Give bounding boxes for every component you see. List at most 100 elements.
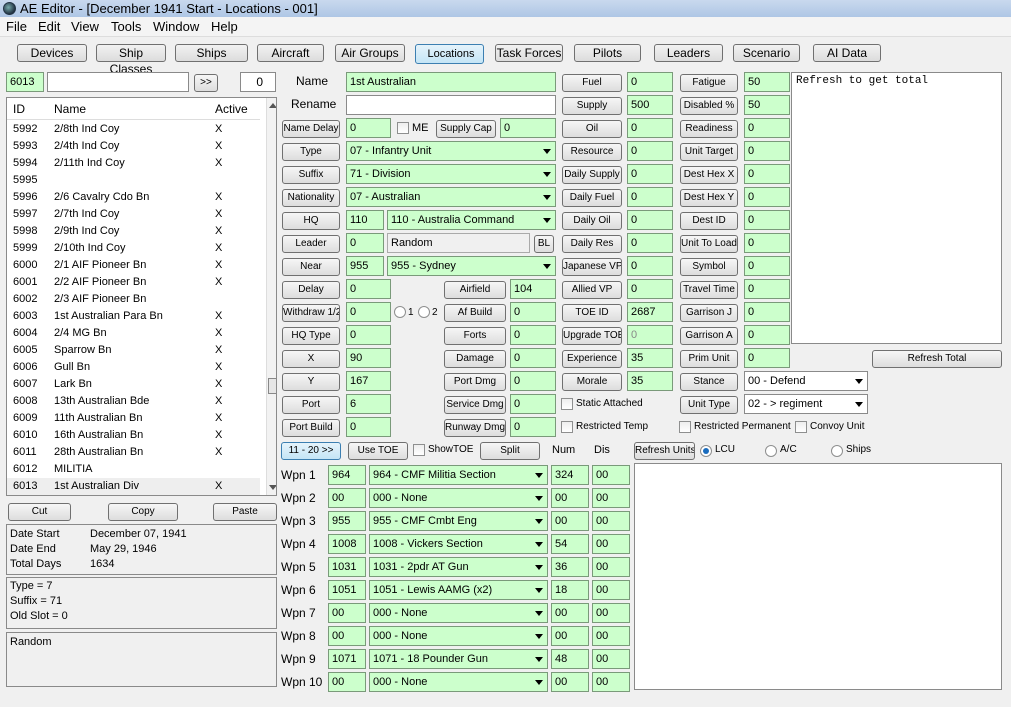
unit-target-button[interactable]: Unit Target <box>680 143 738 161</box>
hq-button[interactable]: HQ <box>282 212 340 230</box>
weapon-id-field[interactable]: 1031 <box>328 557 366 577</box>
search-id-field[interactable]: 6013 <box>6 72 44 92</box>
resource-button[interactable]: Resource <box>562 143 622 161</box>
near-id-field[interactable]: 955 <box>346 256 384 276</box>
port-build-field[interactable]: 0 <box>346 417 391 437</box>
withdraw-button[interactable]: Withdraw 1/2 <box>282 304 340 322</box>
y-field[interactable]: 167 <box>346 371 391 391</box>
fatigue-button[interactable]: Fatigue <box>680 74 738 92</box>
damage-field[interactable]: 0 <box>510 348 556 368</box>
weapon-select[interactable]: 000 - None <box>369 672 548 692</box>
dest-id-field[interactable]: 0 <box>744 210 790 230</box>
stance-button[interactable]: Stance <box>680 373 738 391</box>
withdraw-option-1[interactable] <box>394 306 406 318</box>
list-row[interactable]: 6012 MILITIA <box>7 461 260 478</box>
list-row[interactable]: 6011 28th Australian Bn X <box>7 444 260 461</box>
leader-id-field[interactable]: 0 <box>346 233 384 253</box>
nav-leaders[interactable]: Leaders <box>654 44 723 62</box>
name-field[interactable]: 1st Australian <box>346 72 556 92</box>
japanese-vp-field[interactable]: 0 <box>627 256 673 276</box>
forts-field[interactable]: 0 <box>510 325 556 345</box>
weapon-num-field[interactable]: 48 <box>551 649 589 669</box>
runway-dmg-button[interactable]: Runway Dmg <box>444 419 506 437</box>
forts-button[interactable]: Forts <box>444 327 506 345</box>
column-active-header[interactable]: Active <box>215 102 248 116</box>
search-go-button[interactable]: >> <box>194 74 218 92</box>
nav-aircraft[interactable]: Aircraft <box>257 44 324 62</box>
oil-button[interactable]: Oil <box>562 120 622 138</box>
weapon-num-field[interactable]: 00 <box>551 511 589 531</box>
port-field[interactable]: 6 <box>346 394 391 414</box>
nav-ships[interactable]: Ships <box>175 44 248 62</box>
notes-textarea[interactable]: Refresh to get total <box>791 72 1002 344</box>
nav-task-forces[interactable]: Task Forces <box>495 44 563 62</box>
weapon-select[interactable]: 955 - CMF Cmbt Eng <box>369 511 548 531</box>
weapon-num-field[interactable]: 00 <box>551 626 589 646</box>
weapon-num-field[interactable]: 324 <box>551 465 589 485</box>
af-build-field[interactable]: 0 <box>510 302 556 322</box>
airfield-field[interactable]: 104 <box>510 279 556 299</box>
unit-to-load-button[interactable]: Unit To Load <box>680 235 738 253</box>
nav-pilots[interactable]: Pilots <box>574 44 641 62</box>
fatigue-field[interactable]: 50 <box>744 72 790 92</box>
travel-time-button[interactable]: Travel Time <box>680 281 738 299</box>
weapon-id-field[interactable]: 00 <box>328 672 366 692</box>
nav-scenario[interactable]: Scenario <box>733 44 800 62</box>
unit-target-field[interactable]: 0 <box>744 141 790 161</box>
unit-type-select[interactable]: 02 - > regiment <box>744 394 868 414</box>
damage-button[interactable]: Damage <box>444 350 506 368</box>
nationality-select[interactable]: 07 - Australian <box>346 187 556 207</box>
list-row[interactable]: 5993 2/4th Ind Coy X <box>7 138 260 155</box>
weapon-select[interactable]: 1031 - 2pdr AT Gun <box>369 557 548 577</box>
toe-id-button[interactable]: TOE ID <box>562 304 622 322</box>
prim-unit-button[interactable]: Prim Unit <box>680 350 738 368</box>
use-toe-button[interactable]: Use TOE <box>348 442 408 460</box>
dest-hex-y-button[interactable]: Dest Hex Y <box>680 189 738 207</box>
port-dmg-button[interactable]: Port Dmg <box>444 373 506 391</box>
oil-field[interactable]: 0 <box>627 118 673 138</box>
weapon-dis-field[interactable]: 00 <box>592 557 630 577</box>
list-row[interactable]: 5992 2/8th Ind Coy X <box>7 121 260 138</box>
suffix-select[interactable]: 71 - Division <box>346 164 556 184</box>
list-row[interactable]: 5998 2/9th Ind Coy X <box>7 223 260 240</box>
weapon-dis-field[interactable]: 00 <box>592 511 630 531</box>
name-delay-button[interactable]: Name Delay <box>282 120 340 138</box>
daily-oil-field[interactable]: 0 <box>627 210 673 230</box>
daily-supply-button[interactable]: Daily Supply <box>562 166 622 184</box>
hq-type-button[interactable]: HQ Type <box>282 327 340 345</box>
withdraw-option-2[interactable] <box>418 306 430 318</box>
japanese-vp-button[interactable]: Japanese VP <box>562 258 622 276</box>
daily-res-field[interactable]: 0 <box>627 233 673 253</box>
menu-file[interactable]: File <box>6 19 27 34</box>
weapon-num-field[interactable]: 36 <box>551 557 589 577</box>
withdraw-field[interactable]: 0 <box>346 302 391 322</box>
list-row[interactable]: 5995 <box>7 172 260 189</box>
travel-time-field[interactable]: 0 <box>744 279 790 299</box>
list-row[interactable]: 5997 2/7th Ind Coy X <box>7 206 260 223</box>
list-row[interactable]: 6010 16th Australian Bn X <box>7 427 260 444</box>
dest-hex-y-field[interactable]: 0 <box>744 187 790 207</box>
allied-vp-field[interactable]: 0 <box>627 279 673 299</box>
bl-button[interactable]: BL <box>534 235 554 253</box>
weapon-select[interactable]: 1071 - 18 Pounder Gun <box>369 649 548 669</box>
weapon-select[interactable]: 000 - None <box>369 603 548 623</box>
nationality-button[interactable]: Nationality <box>282 189 340 207</box>
readiness-button[interactable]: Readiness <box>680 120 738 138</box>
near-button[interactable]: Near <box>282 258 340 276</box>
nav-ship-classes[interactable]: Ship Classes <box>96 44 166 76</box>
garrison-a-field[interactable]: 0 <box>744 325 790 345</box>
weapon-range-button[interactable]: 11 - 20 >> <box>281 442 341 460</box>
delay-field[interactable]: 0 <box>346 279 391 299</box>
menu-window[interactable]: Window <box>153 19 199 34</box>
port-button[interactable]: Port <box>282 396 340 414</box>
menu-tools[interactable]: Tools <box>111 19 141 34</box>
service-dmg-button[interactable]: Service Dmg <box>444 396 506 414</box>
daily-fuel-field[interactable]: 0 <box>627 187 673 207</box>
x-button[interactable]: X <box>282 350 340 368</box>
experience-field[interactable]: 35 <box>627 348 673 368</box>
port-build-button[interactable]: Port Build <box>282 419 340 437</box>
weapon-dis-field[interactable]: 00 <box>592 580 630 600</box>
weapon-dis-field[interactable]: 00 <box>592 534 630 554</box>
daily-fuel-button[interactable]: Daily Fuel <box>562 189 622 207</box>
list-scrollbar[interactable] <box>266 98 276 495</box>
